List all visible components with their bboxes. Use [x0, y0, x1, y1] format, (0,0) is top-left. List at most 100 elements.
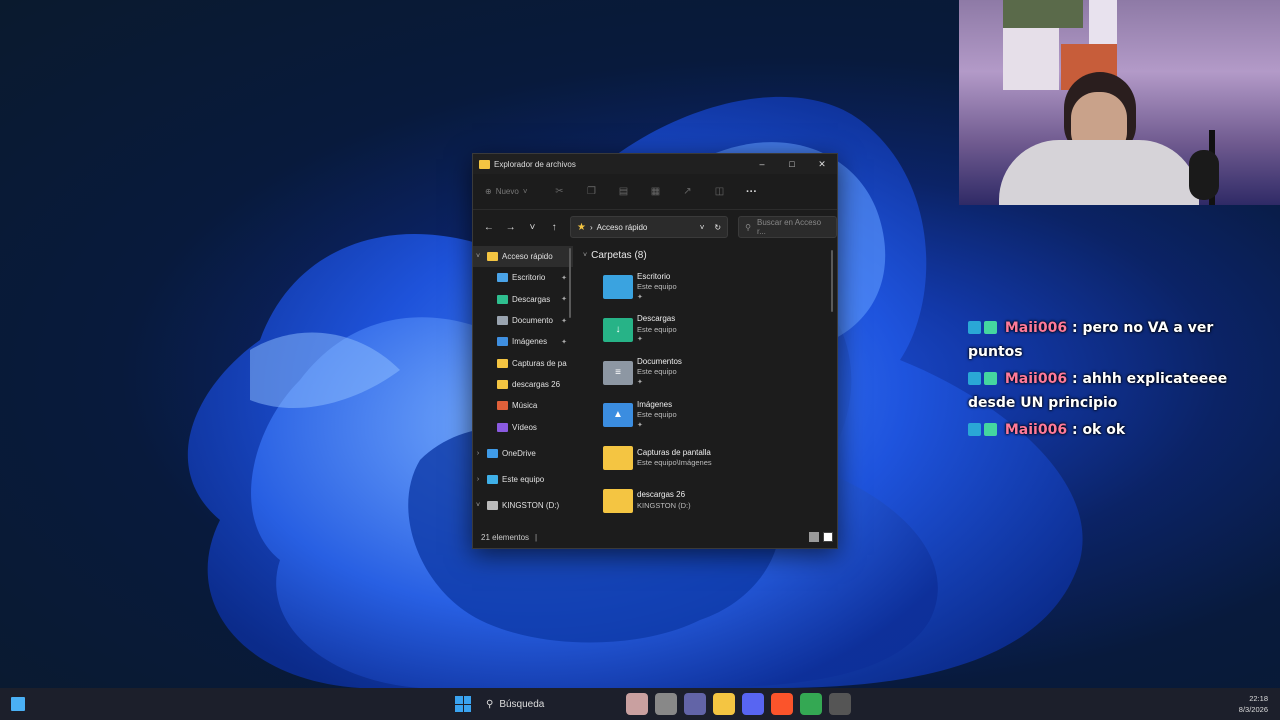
address-bar[interactable]: ★ › Acceso rápido ˅ ↻ [570, 216, 729, 238]
sidebar-item-label: Acceso rápido [502, 252, 553, 262]
chat-text: ok ok [1082, 422, 1126, 438]
sidebar-item[interactable]: Escritorio ✦ [473, 267, 573, 288]
system-clock[interactable]: 22:18 8/3/2026 [1239, 693, 1268, 715]
chevron-down-icon[interactable]: ˅ [473, 502, 483, 509]
star-icon: ★ [577, 221, 586, 233]
widgets-icon[interactable] [626, 693, 648, 715]
sidebar-item[interactable]: descargas 26 [473, 374, 573, 395]
folder-item[interactable]: Escritorio Este equipo ✦ [583, 266, 837, 309]
plus-icon: ⊕ [485, 187, 492, 196]
scrollbar[interactable] [831, 250, 833, 312]
chevron-right-icon[interactable]: › [473, 476, 483, 483]
computer-icon [487, 475, 498, 485]
discord-icon[interactable] [742, 693, 764, 715]
pictures-icon [497, 337, 508, 347]
sidebar-item[interactable]: ˅ Acceso rápido [473, 246, 573, 268]
status-bar: 21 elementos | [473, 527, 837, 547]
folder-location: Este equipo [637, 282, 677, 292]
sidebar-item[interactable]: Música [473, 395, 573, 416]
sidebar-item-label: OneDrive [502, 448, 536, 458]
forward-arrow-icon[interactable]: → [501, 217, 521, 237]
more-options-icon[interactable]: ··· [736, 182, 768, 202]
sidebar-item[interactable]: ˅ KINGSTON (D:) [473, 495, 573, 516]
sidebar-item[interactable]: Vídeos [473, 416, 573, 437]
brave-icon[interactable] [771, 693, 793, 715]
sidebar-item-label: Capturas de pa [512, 358, 567, 368]
badge-icon [984, 321, 997, 334]
taskbar-search[interactable]: ⚲ Búsqueda [480, 692, 620, 716]
folder-item[interactable]: descargas 26 KINGSTON (D:) [583, 479, 837, 522]
badge-icon [984, 372, 997, 385]
chevron-down-icon[interactable]: ˅ [473, 253, 483, 260]
music-icon [497, 401, 508, 411]
copy-icon[interactable]: ❐ [576, 182, 608, 202]
file-explorer-icon[interactable] [713, 693, 735, 715]
new-button[interactable]: ⊕ Nuevo ˅ [485, 187, 528, 196]
section-title: Carpetas (8) [591, 249, 647, 261]
folder-icon [603, 446, 633, 471]
details-view-button[interactable] [809, 532, 819, 542]
chrome-icon[interactable] [800, 693, 822, 715]
sidebar-item[interactable]: Documento ✦ [473, 310, 573, 331]
back-arrow-icon[interactable]: ← [479, 217, 499, 237]
pin-icon: ✦ [561, 338, 567, 346]
paste-icon[interactable]: ▤ [608, 182, 640, 202]
sidebar-item[interactable]: Capturas de pa [473, 352, 573, 373]
folder-item[interactable]: ▲ Imágenes Este equipo ✦ [583, 394, 837, 437]
downloads-folder-icon: ↓ [603, 318, 633, 343]
minimize-button[interactable]: – [747, 154, 777, 174]
title-bar[interactable]: Explorador de archivos – □ ✕ [473, 154, 837, 174]
window-title: Explorador de archivos [494, 159, 576, 169]
chevron-down-icon[interactable]: ˅ [700, 223, 705, 232]
chevron-down-icon: ˅ [522, 187, 528, 196]
navigation-pane: ˅ Acceso rápido Escritorio ✦ Descargas ✦ Docum… [473, 244, 573, 527]
folder-location: Este equipo [637, 367, 677, 377]
start-button[interactable] [452, 693, 474, 715]
share-icon[interactable]: ↗ [672, 182, 704, 202]
rename-icon[interactable]: ▦ [640, 182, 672, 202]
desktop-folder-icon [603, 275, 633, 300]
maximize-button[interactable]: □ [777, 154, 807, 174]
folder-icon [479, 159, 490, 169]
documents-folder-icon: ≡ [603, 360, 633, 385]
folder-item[interactable]: Capturas de pantalla Este equipo\Imágenes [583, 437, 837, 480]
badge-icon [968, 321, 981, 334]
sidebar-item[interactable]: › OneDrive [473, 443, 573, 464]
chat-message: Maii006 : ok ok [968, 418, 1258, 442]
item-count: 21 elementos [481, 532, 530, 542]
chat-username: Maii006 [1004, 422, 1068, 438]
cut-icon[interactable]: ✂ [544, 182, 576, 202]
close-button[interactable]: ✕ [807, 154, 837, 174]
folder-item[interactable]: ↓ Descargas Este equipo ✦ [583, 309, 837, 352]
sidebar-item-label: Este equipo [502, 475, 545, 485]
clock-time: 22:18 [1249, 694, 1268, 703]
sidebar-item[interactable]: Descargas ✦ [473, 289, 573, 310]
sidebar-item-label: Descargas [512, 294, 551, 304]
search-box[interactable]: ⚲ Buscar en Acceso r... [738, 216, 838, 238]
folder-icon [497, 379, 508, 389]
section-header[interactable]: ˅ Carpetas (8) [583, 244, 837, 266]
sidebar-item[interactable]: Imágenes ✦ [473, 331, 573, 352]
folder-item[interactable]: ≡ Documentos Este equipo ✦ [583, 351, 837, 394]
pictures-folder-icon: ▲ [603, 403, 633, 428]
recent-locations-chevron-icon[interactable]: ˅ [523, 217, 543, 237]
chat-username: Maii006 [1004, 320, 1068, 336]
pin-icon: ✦ [637, 378, 643, 386]
teams-icon[interactable] [684, 693, 706, 715]
widgets-icon[interactable] [11, 697, 25, 711]
obs-icon[interactable] [829, 693, 851, 715]
tiles-view-button[interactable] [823, 532, 833, 542]
chevron-down-icon: ˅ [583, 251, 588, 259]
sidebar-item[interactable]: › Este equipo [473, 469, 573, 490]
refresh-icon[interactable]: ↻ [714, 223, 721, 232]
chevron-right-icon[interactable]: › [473, 450, 483, 457]
scrollbar[interactable] [569, 248, 571, 318]
folder-location: KINGSTON (D:) [637, 500, 691, 510]
chat-message: Maii006 : pero no VA a ver puntos [968, 320, 1214, 360]
up-arrow-icon[interactable]: ↑ [544, 217, 564, 237]
delete-icon[interactable]: ◫ [704, 182, 736, 202]
pin-icon: ✦ [561, 317, 567, 325]
folder-name: Escritorio [637, 271, 671, 281]
task-view-icon[interactable] [655, 693, 677, 715]
sidebar-item-label: Música [512, 401, 538, 411]
